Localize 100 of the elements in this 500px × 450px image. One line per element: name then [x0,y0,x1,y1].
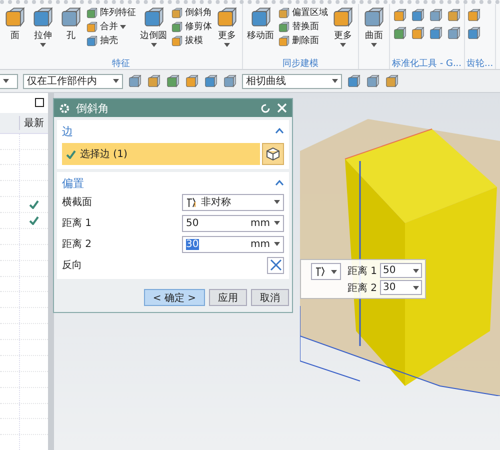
tool-icon [250,6,272,28]
toolbar-button[interactable] [366,74,380,88]
field-label: 距离 1 [347,264,377,278]
tool-button[interactable] [392,26,407,41]
tool-icon [86,20,98,32]
caret-icon [332,79,338,83]
dropdown[interactable] [311,263,341,280]
section-icon [186,196,197,208]
ribbon-button[interactable]: 更多 [330,6,356,47]
ribbon-button[interactable]: 更多 [214,6,240,47]
ribbon-button[interactable]: 抽壳 [86,34,136,47]
tool-icon [363,6,385,28]
dropdown[interactable]: 相切曲线 [242,74,342,88]
group-label: 齿轮... [466,59,494,69]
dialog-button[interactable]: < 确定 > [144,289,205,306]
caret-icon [371,43,377,47]
section-header[interactable]: 边 [62,123,284,139]
tool-icon [347,74,361,88]
check-icon [66,150,76,158]
toolbar-button[interactable] [147,74,161,88]
reverse-icon [270,259,282,271]
caret-icon [413,286,419,290]
tool-icon [216,6,238,28]
tool-icon [332,6,354,28]
ribbon-button[interactable]: 拔模 [171,34,212,47]
input-field[interactable]: 50 [380,263,422,278]
tool-button[interactable] [466,26,482,41]
ribbon-button[interactable]: 孔 [58,6,84,42]
dropdown[interactable] [0,74,18,88]
field-label: 距离 2 [347,282,377,294]
toolbar-button[interactable] [204,74,218,88]
reset-icon[interactable] [260,102,271,114]
tool-icon [171,20,183,32]
tool-icon [278,20,290,32]
toolbar-button[interactable] [128,74,142,88]
tool-icon [86,34,98,46]
toolbar-button[interactable] [347,74,361,88]
dialog-button[interactable]: 取消 [251,289,289,306]
caret-icon [274,221,280,225]
cube-button[interactable] [262,143,284,165]
tool-icon [86,6,98,18]
ribbon-button[interactable]: 修剪体 [171,20,212,33]
caret-icon [40,43,46,47]
ribbon-button[interactable]: 移动面 [245,6,276,42]
caret-icon [331,270,338,274]
toolbar-button[interactable] [385,74,399,88]
ribbon-button[interactable]: 边倒圆 [138,6,169,47]
ribbon-button[interactable]: 曲面 [361,6,387,47]
caret-icon [274,242,280,246]
caret-icon [120,24,126,28]
tool-button[interactable] [410,26,425,41]
maximize-icon[interactable] [35,98,44,108]
dialog-button[interactable]: 应用 [209,289,247,306]
tool-icon [467,26,482,40]
group-label: 特征 [112,59,130,69]
ribbon-button[interactable]: 面 [2,6,28,42]
ribbon-button[interactable]: 阵列特征 [86,6,136,19]
dropdown[interactable]: 非对称 [182,194,284,210]
section-header[interactable]: 偏置 [62,175,284,191]
ribbon-button[interactable]: 合并 [86,20,136,33]
tool-icon [410,8,424,22]
tool-icon [4,6,26,28]
tool-icon [60,6,82,28]
ribbon-button[interactable]: 替换面 [278,20,328,33]
caret-icon [274,200,280,204]
tool-button[interactable] [392,8,407,23]
caret-icon [3,79,9,83]
tool-icon [410,26,424,40]
input-field[interactable]: 50 mm [182,214,284,232]
ribbon-button[interactable]: 倒斜角 [171,6,212,19]
settings-icon[interactable] [59,102,70,114]
dropdown[interactable]: 仅在工作部件内 [23,74,123,88]
reverse-button[interactable] [267,256,284,274]
tool-icon [392,8,406,22]
close-icon[interactable] [277,103,287,113]
ribbon-button[interactable]: 删除面 [278,34,328,47]
ribbon-button[interactable]: 偏置区域 [278,6,328,19]
tool-button[interactable] [446,26,461,41]
ribbon-button[interactable]: 拉伸 [30,6,56,47]
tool-icon [446,26,460,40]
toolbar-button[interactable] [166,74,180,88]
select-edge-field[interactable]: 选择边 (1) [62,143,260,165]
toolbar-button[interactable] [185,74,199,88]
tool-button[interactable] [446,8,461,23]
field-label: 横截面 [62,196,92,209]
tool-button[interactable] [410,8,425,23]
tool-icon [428,8,442,22]
tool-icon [428,26,442,40]
input-field[interactable]: 30 [380,280,422,295]
toolbar-button[interactable] [223,74,237,88]
tool-icon [467,8,482,22]
caret-icon [340,43,346,47]
tool-icon [278,6,290,18]
tool-button[interactable] [428,26,443,41]
tool-button[interactable] [466,8,482,23]
tool-button[interactable] [428,8,443,23]
caret-icon [413,268,419,272]
field-label: 反向 [62,259,82,272]
tool-icon [185,74,199,88]
input-field[interactable]: 30 mm [182,236,284,252]
